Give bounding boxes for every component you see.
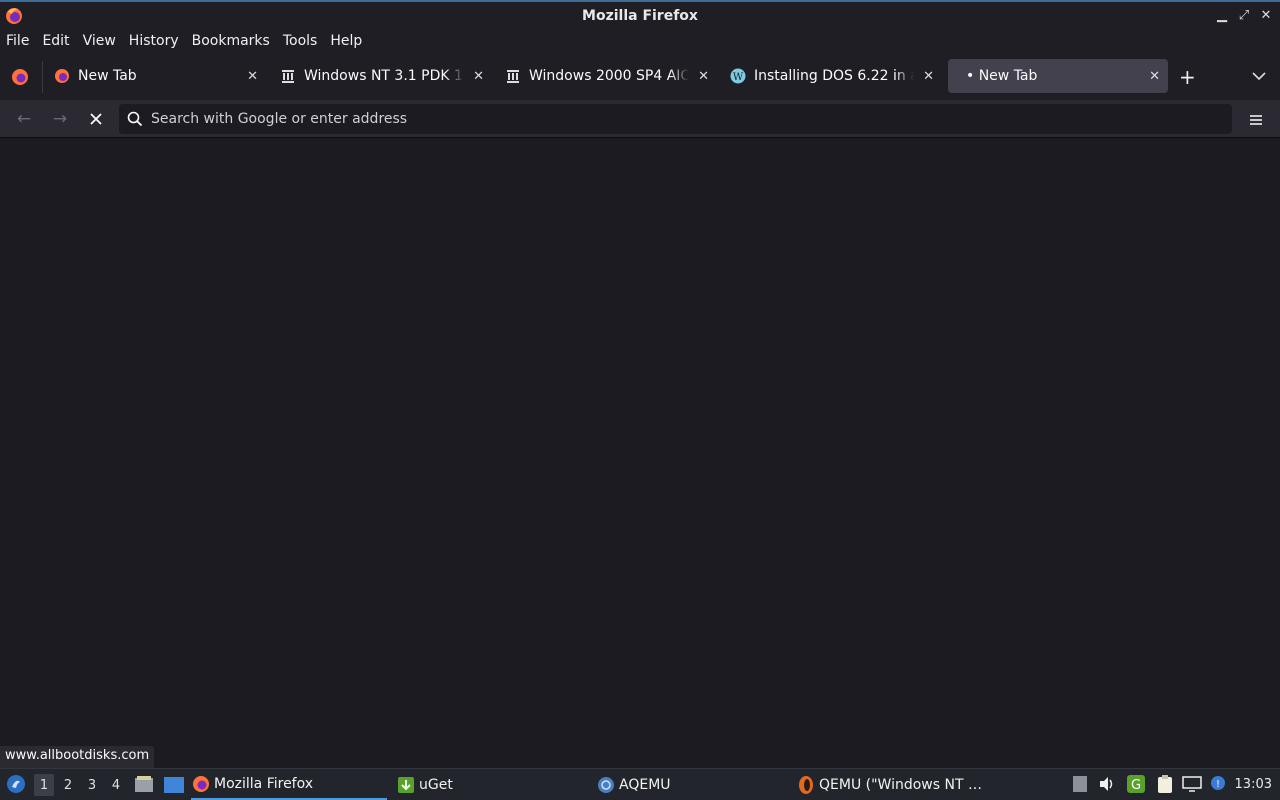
desktop-4-button[interactable]: 4 <box>106 774 126 796</box>
window-titlebar: Mozilla Firefox ▁ ⤢ ✕ <box>0 0 1280 29</box>
uget-icon <box>396 775 416 795</box>
close-icon[interactable]: ✕ <box>247 69 258 84</box>
menu-help[interactable]: Help <box>330 33 362 49</box>
page-content[interactable] <box>0 139 1280 767</box>
task-label: Mozilla Firefox <box>214 776 314 792</box>
desktop-2-button[interactable]: 2 <box>58 774 78 796</box>
svg-text:W: W <box>733 72 744 83</box>
close-icon[interactable]: ✕ <box>473 69 484 84</box>
desktop-3-button[interactable]: 3 <box>82 774 102 796</box>
task-qemu[interactable]: QEMU ("Windows NT … <box>796 770 996 800</box>
search-icon <box>127 111 143 127</box>
taskbar: 1 2 3 4 Mozilla Firefox uGet AQEMU QEMU … <box>0 768 1280 800</box>
menu-file[interactable]: File <box>6 33 29 49</box>
desktop-1-button[interactable]: 1 <box>34 774 54 796</box>
notes-icon[interactable] <box>1070 774 1090 794</box>
address-input[interactable] <box>151 111 1201 127</box>
file-manager-icon[interactable] <box>134 775 154 793</box>
svg-text:G: G <box>1131 778 1141 793</box>
svg-text:!: ! <box>1216 779 1220 790</box>
navigation-toolbar: ← → <box>0 100 1280 138</box>
stop-button[interactable] <box>85 108 107 130</box>
uget-tray-icon[interactable]: G <box>1126 774 1146 794</box>
task-aqemu[interactable]: AQEMU <box>596 770 786 800</box>
address-bar[interactable] <box>119 104 1232 134</box>
task-label: QEMU ("Windows NT … <box>819 777 982 793</box>
archive-icon <box>505 68 521 84</box>
forward-button[interactable]: → <box>49 108 71 130</box>
tab-label: New Tab <box>78 68 137 84</box>
new-tab-button[interactable]: + <box>1179 65 1196 89</box>
back-button[interactable]: ← <box>13 108 35 130</box>
firefox-icon <box>54 68 70 84</box>
menu-history[interactable]: History <box>129 33 179 49</box>
list-all-tabs-button[interactable] <box>1252 66 1266 85</box>
maximize-button[interactable]: ⤢ <box>1236 6 1252 24</box>
menu-bookmarks[interactable]: Bookmarks <box>192 33 270 49</box>
tab-new-tab-active[interactable]: • New Tab ✕ <box>948 59 1168 93</box>
menu-tools[interactable]: Tools <box>283 33 318 49</box>
volume-icon[interactable] <box>1097 774 1117 794</box>
tab-installing-dos[interactable]: W Installing DOS 6.22 in a V ✕ <box>722 59 942 93</box>
tab-label: • New Tab <box>966 68 1038 84</box>
menu-view[interactable]: View <box>83 33 116 49</box>
close-icon[interactable]: ✕ <box>923 69 934 84</box>
app-menu-button[interactable] <box>1248 112 1264 126</box>
task-firefox[interactable]: Mozilla Firefox <box>191 770 387 800</box>
tab-windows-2000[interactable]: Windows 2000 SP4 AIO ( ✕ <box>497 59 717 93</box>
status-link-preview: www.allbootdisks.com <box>0 746 155 768</box>
tab-label: Windows 2000 SP4 AIO ( <box>529 68 689 84</box>
minimize-button[interactable]: ▁ <box>1214 6 1230 24</box>
tab-label: Installing DOS 6.22 in a V <box>754 68 914 84</box>
tab-label: Windows NT 3.1 PDK 1.1 <box>304 68 464 84</box>
start-menu-icon[interactable] <box>6 774 26 794</box>
window-title: Mozilla Firefox <box>582 7 698 24</box>
close-icon[interactable]: ✕ <box>1149 69 1160 84</box>
close-window-button[interactable]: ✕ <box>1258 6 1274 24</box>
firefox-icon <box>4 6 24 26</box>
menu-bar: File Edit View History Bookmarks Tools H… <box>0 29 1280 53</box>
network-icon[interactable] <box>1182 774 1202 794</box>
qemu-icon <box>796 775 816 795</box>
wordpress-icon: W <box>730 68 746 84</box>
clipboard-icon[interactable] <box>1155 774 1175 794</box>
archive-icon <box>280 68 296 84</box>
aqemu-icon <box>596 775 616 795</box>
clock: 13:03 <box>1234 777 1272 792</box>
show-desktop-icon[interactable] <box>163 776 185 794</box>
close-icon[interactable]: ✕ <box>698 69 709 84</box>
notification-icon[interactable]: ! <box>1208 774 1228 794</box>
menu-edit[interactable]: Edit <box>42 33 69 49</box>
firefox-icon <box>191 774 211 794</box>
task-label: AQEMU <box>619 777 671 793</box>
firefox-view-button[interactable] <box>10 67 30 87</box>
tab-windows-nt[interactable]: Windows NT 3.1 PDK 1.1 ✕ <box>272 59 492 93</box>
tab-bar: New Tab ✕ Windows NT 3.1 PDK 1.1 ✕ Windo… <box>0 53 1280 100</box>
tab-new-tab[interactable]: New Tab ✕ <box>46 59 266 93</box>
task-uget[interactable]: uGet <box>396 770 586 800</box>
task-label: uGet <box>419 777 453 793</box>
